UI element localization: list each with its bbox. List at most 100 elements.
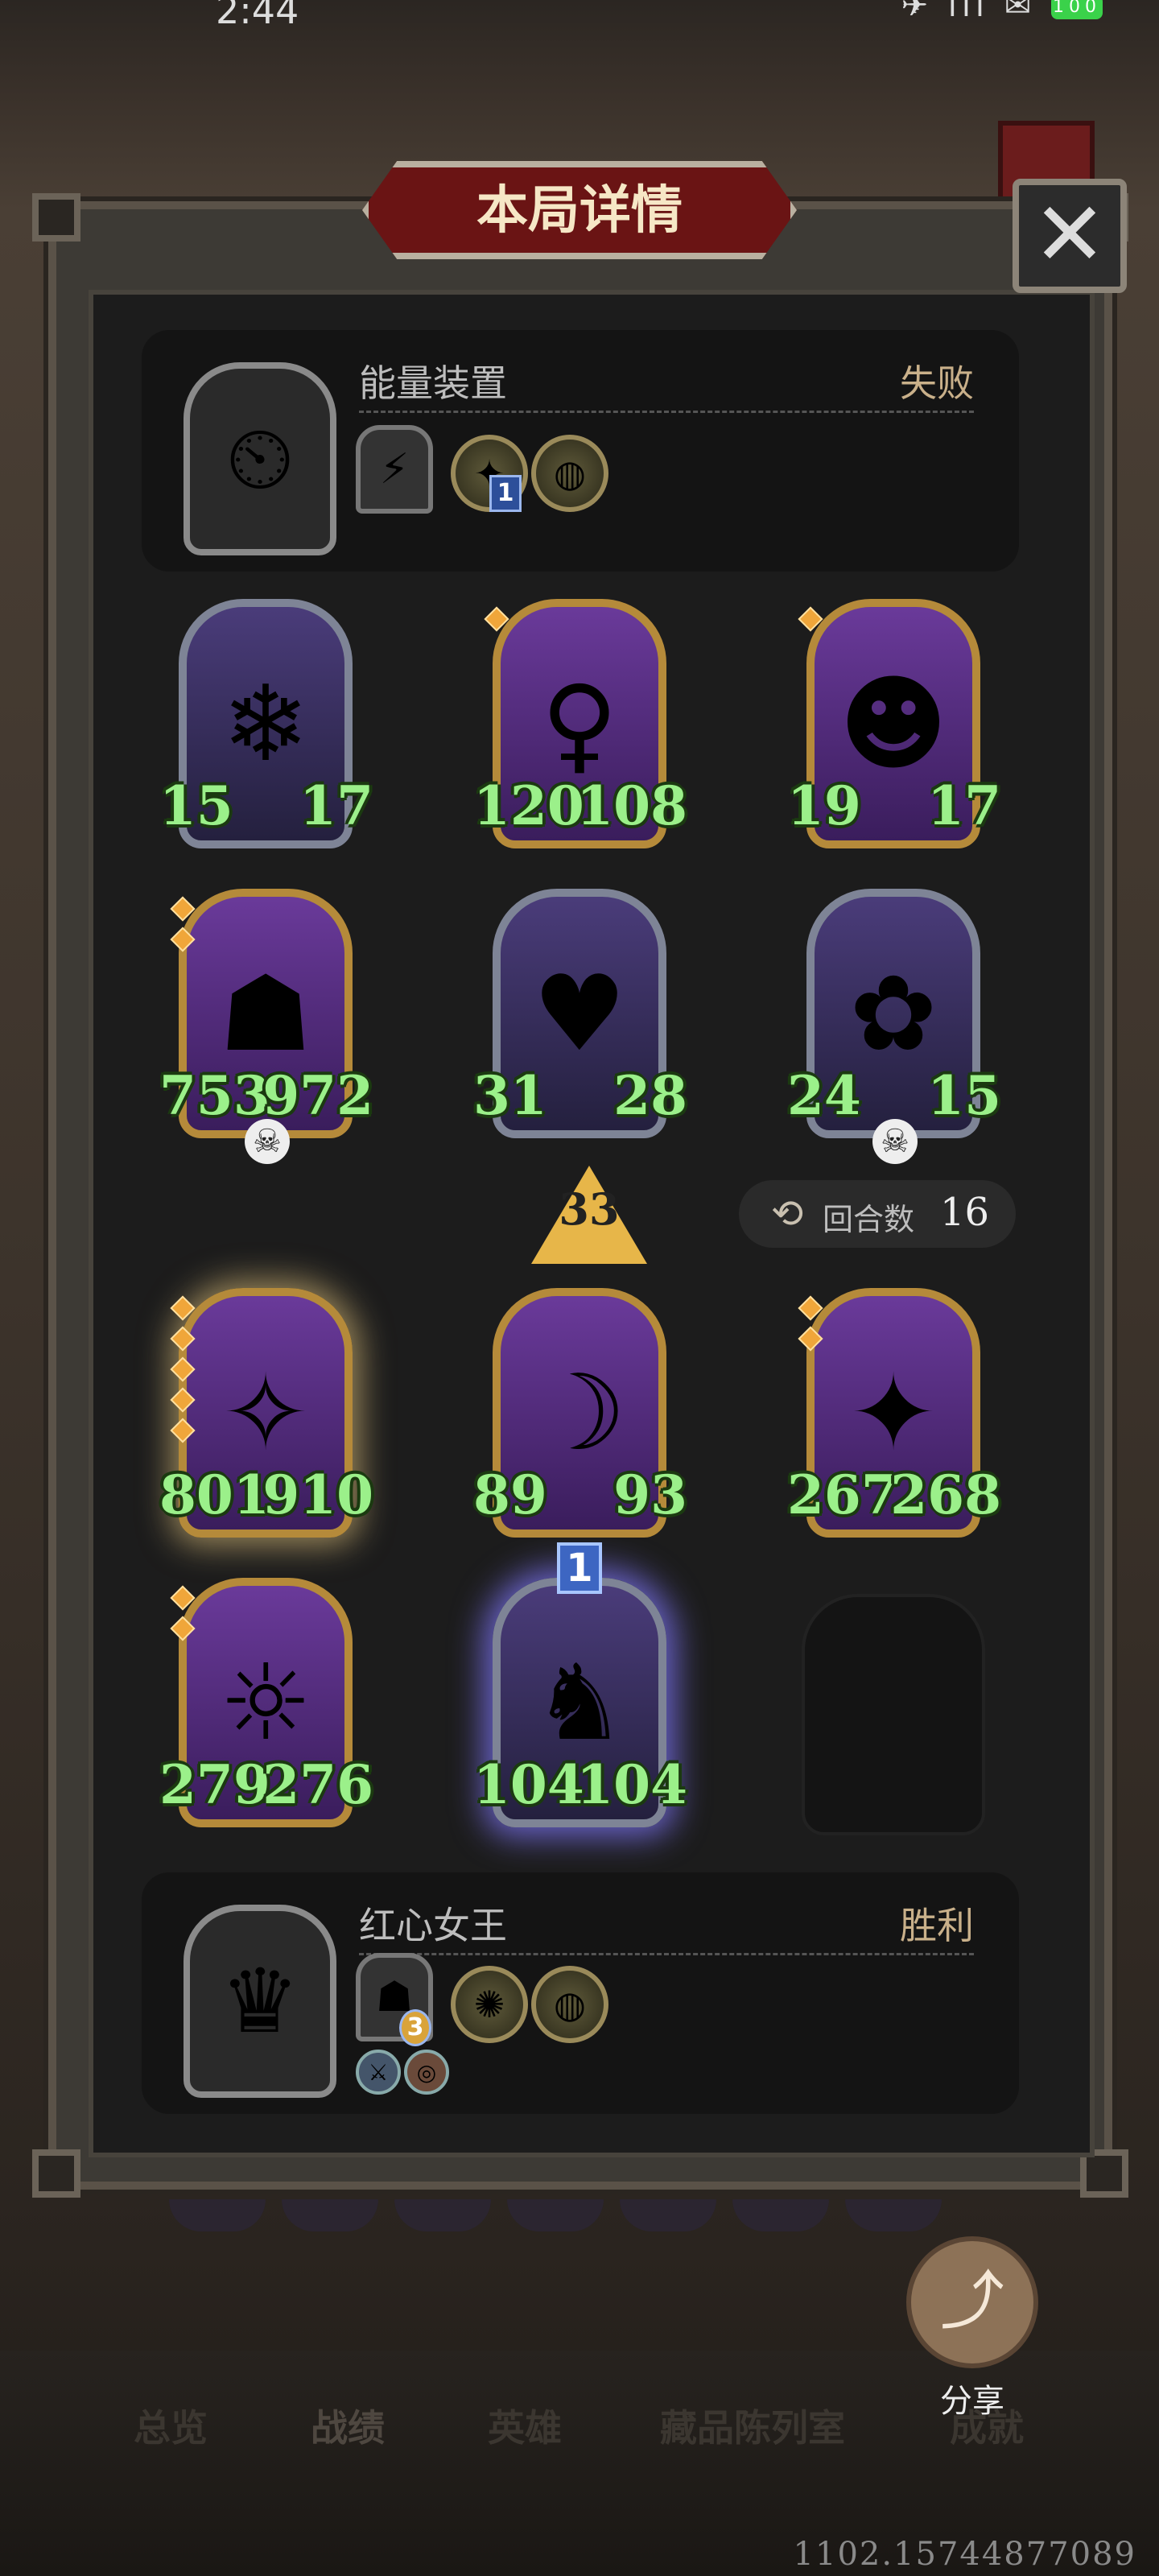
star-rank-icons	[484, 606, 509, 641]
minion-attack: 753	[159, 1064, 270, 1127]
share-label: 分享	[940, 2383, 1004, 2420]
close-button[interactable]: ✕	[1013, 179, 1127, 293]
player-name: 红心女王	[359, 1904, 507, 1947]
my_board-minion-card[interactable]: ♞ 104 104 1	[473, 1542, 687, 1843]
nav-heroes[interactable]: 英雄	[488, 2399, 562, 2452]
enemy_board-minion-card[interactable]: ☻ 19 17	[787, 599, 1001, 865]
star-icon	[484, 606, 509, 632]
star-rank-icons	[170, 896, 196, 961]
strip-piece	[507, 2199, 604, 2231]
divider	[359, 1953, 974, 1955]
background-card-strip	[169, 2199, 974, 2240]
nav-collection[interactable]: 藏品陈列室	[660, 2399, 845, 2452]
clock: 2:44	[216, 0, 299, 32]
minion-attack: 104	[473, 1753, 584, 1816]
strip-piece	[394, 2199, 491, 2231]
star-icon	[170, 1295, 196, 1321]
star-icon	[170, 1387, 196, 1413]
panel-corner	[32, 2149, 80, 2198]
star-rank-icons	[170, 1585, 196, 1650]
opponent-hero-power-icon[interactable]: ⚡	[356, 425, 433, 514]
skull-icon: ☠	[245, 1119, 290, 1164]
star-rank-icons	[798, 1295, 823, 1360]
star-rank-icons	[798, 606, 823, 641]
share-button[interactable]: ⤴	[906, 2236, 1038, 2368]
round-counter: ⟲ 回合数 16	[739, 1180, 1016, 1248]
minion-health: 15	[927, 1064, 1001, 1127]
enemy_board-minion-card[interactable]: ♀ 120 108	[473, 599, 687, 865]
minion-level-badge: 1	[557, 1542, 602, 1594]
enemy_board-minion-card[interactable]: ❄ 15 17	[159, 599, 373, 865]
tavern-tier: 33	[559, 1183, 620, 1235]
round-value: 16	[940, 1190, 990, 1235]
minion-attack: 120	[473, 774, 584, 837]
game-id: 1102.15744877089	[793, 2536, 1136, 2573]
empty-minion-slot	[802, 1594, 985, 1835]
my_board-minion-card[interactable]: ☼ 279 276	[159, 1578, 373, 1843]
star-rank-icons	[170, 1295, 196, 1452]
minion-attack: 24	[787, 1064, 861, 1127]
minion-health: 104	[576, 1753, 687, 1816]
minion-attack: 267	[787, 1463, 898, 1526]
star-icon	[170, 1356, 196, 1382]
star-icon	[798, 1326, 823, 1352]
minion-health: 276	[262, 1753, 373, 1816]
my_board-minion-card[interactable]: ✧ 801 910	[159, 1288, 373, 1554]
strip-piece	[282, 2199, 378, 2231]
opponent-summary: ⏲ 能量装置 失败 ⚡ ✦ 1 ◍	[142, 330, 1019, 572]
star-icon	[798, 606, 823, 632]
minion-attack: 801	[159, 1463, 270, 1526]
signal-icons: ✈ ıll ✉	[901, 0, 1037, 24]
enemy_board-minion-card[interactable]: ☗ 753 972 ☠	[159, 889, 373, 1164]
player-portrait[interactable]: ♛	[184, 1905, 336, 2098]
opponent-result: 失败	[900, 361, 974, 405]
strip-piece	[732, 2199, 829, 2231]
nav-overview[interactable]: 总览	[134, 2399, 208, 2452]
player-quest-icon[interactable]: ⚔	[356, 2050, 401, 2095]
round-label: 回合数	[823, 1202, 915, 1237]
minion-health: 17	[927, 774, 1001, 837]
nav-records[interactable]: 战绩	[311, 2399, 385, 2452]
opponent-name: 能量装置	[359, 361, 507, 405]
minion-health: 93	[613, 1463, 687, 1526]
player-trinket-icon[interactable]: ✺	[451, 1966, 528, 2043]
minion-health: 28	[613, 1064, 687, 1127]
minion-health: 268	[890, 1463, 1001, 1526]
dialog-title: 本局详情	[476, 180, 683, 241]
star-icon	[170, 1585, 196, 1611]
opponent-trinket-badge: 1	[489, 475, 522, 512]
player-buddy-icon[interactable]: ◍	[531, 1966, 608, 2043]
status-icons: ✈ ıll ✉ 100	[901, 0, 1103, 24]
minion-health: 972	[262, 1064, 373, 1127]
enemy_board-minion-card[interactable]: ♥ 31 28	[473, 889, 687, 1154]
player-result: 胜利	[900, 1904, 974, 1947]
star-icon	[170, 1418, 196, 1443]
player-power-badge: 3	[399, 2009, 431, 2046]
panel-corner	[32, 193, 80, 242]
refresh-icon: ⟲	[771, 1191, 804, 1236]
battery-icon: 100	[1051, 0, 1103, 19]
minion-health: 17	[299, 774, 373, 837]
share-icon: ⤴	[940, 2264, 1004, 2339]
strip-piece	[169, 2199, 266, 2231]
minion-attack: 279	[159, 1753, 270, 1816]
skull-icon: ☠	[872, 1119, 918, 1164]
minion-attack: 19	[787, 774, 861, 837]
star-icon	[170, 1616, 196, 1641]
opponent-portrait[interactable]: ⏲	[184, 362, 336, 555]
status-bar: 2:44 ✈ ıll ✉ 100	[0, 0, 1159, 32]
star-icon	[170, 927, 196, 952]
game-screen: 2:44 ✈ ıll ✉ 100 本局详情 ✕ ⏲ 能量装置 失败 ⚡ ✦ 1 …	[0, 0, 1159, 2576]
opponent-buddy-icon[interactable]: ◍	[531, 435, 608, 512]
my_board-minion-card[interactable]: ☽ 89 93	[473, 1288, 687, 1554]
strip-piece	[620, 2199, 716, 2231]
star-icon	[798, 1295, 823, 1321]
enemy_board-minion-card[interactable]: ✿ 24 15 ☠	[787, 889, 1001, 1164]
minion-attack: 89	[473, 1463, 547, 1526]
player-reward-icon[interactable]: ◎	[404, 2050, 449, 2095]
star-icon	[170, 1326, 196, 1352]
my_board-minion-card[interactable]: ✦ 267 268	[787, 1288, 1001, 1554]
player-summary: ♛ 红心女王 胜利 ☗ 3 ✺ ◍ ⚔ ◎	[142, 1872, 1019, 2114]
minion-health: 910	[262, 1463, 373, 1526]
divider	[359, 411, 974, 413]
